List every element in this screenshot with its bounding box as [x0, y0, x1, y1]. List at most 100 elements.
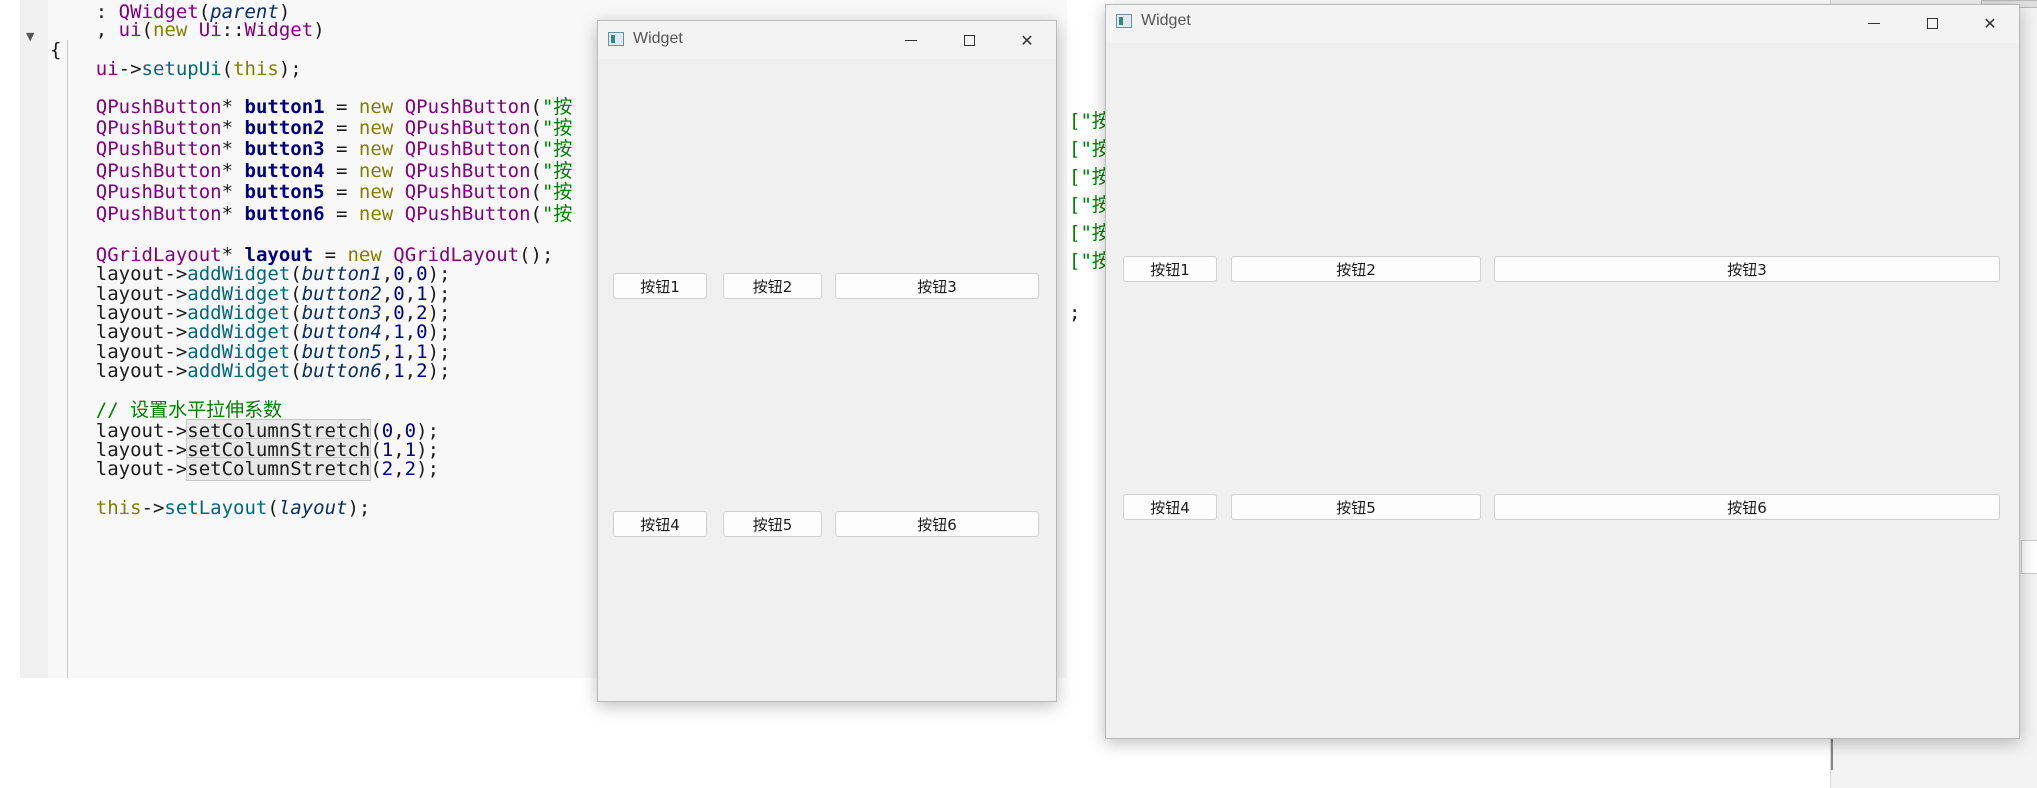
code-token: *	[221, 96, 245, 118]
code-line: layout->addWidget(button6,1,2);	[50, 359, 451, 384]
app-icon	[1116, 14, 1132, 28]
push-button-1[interactable]: 按钮1	[613, 273, 707, 299]
code-token: "按	[541, 138, 573, 160]
code-token: QPushButton	[404, 203, 531, 225]
close-icon: ✕	[1983, 13, 1997, 33]
code-token: button6	[301, 360, 382, 382]
code-line: this->setLayout(layout);	[50, 496, 371, 521]
code-token: QPushButton	[404, 117, 531, 139]
code-token: ,	[381, 360, 394, 382]
code-token: button1	[244, 96, 325, 118]
code-token: ui	[118, 19, 142, 41]
side-panel-edge	[2021, 540, 2037, 574]
code-token: (	[221, 58, 234, 80]
minimize-button[interactable]	[1845, 5, 1903, 41]
code-token: QPushButton	[404, 138, 531, 160]
code-token: "按	[541, 160, 573, 182]
code-token: );	[347, 497, 371, 519]
push-button-3[interactable]: 按钮3	[1494, 256, 2000, 282]
code-token: ,	[393, 458, 405, 480]
code-token: (	[530, 160, 542, 182]
push-button-4[interactable]: 按钮4	[613, 511, 707, 537]
code-token: (	[530, 96, 542, 118]
code-token: button2	[244, 117, 325, 139]
widget-window-large[interactable]: Widget ✕ 按钮1 按钮2 按钮3 按钮4 按钮5 按钮6	[1105, 4, 2020, 739]
code-token: =	[324, 96, 359, 118]
window-title: Widget	[1141, 12, 1191, 29]
maximize-button[interactable]	[940, 21, 998, 59]
code-line: , ui(new Ui::Widget)	[50, 18, 325, 43]
code-token: QPushButton	[404, 96, 531, 118]
code-token: =	[324, 181, 359, 203]
push-button-6[interactable]: 按钮6	[835, 511, 1039, 537]
code-token: new	[152, 19, 188, 41]
code-token: setupUi	[141, 58, 222, 80]
close-button[interactable]: ✕	[998, 21, 1056, 59]
push-button-1[interactable]: 按钮1	[1123, 256, 1217, 282]
code-token: (	[530, 138, 542, 160]
minimize-button[interactable]	[882, 21, 940, 59]
code-token: addWidget	[187, 360, 291, 382]
code-token: new	[358, 96, 394, 118]
close-icon: ✕	[1020, 30, 1034, 50]
code-token: ->	[141, 497, 165, 519]
push-button-3[interactable]: 按钮3	[835, 273, 1039, 299]
fold-arrow-icon[interactable]: ▼	[26, 30, 34, 43]
maximize-icon	[963, 34, 975, 46]
code-token: (	[530, 203, 542, 225]
app-icon	[608, 32, 624, 46]
code-token: =	[324, 160, 359, 182]
push-button-6[interactable]: 按钮6	[1494, 494, 2000, 520]
code-token: 2	[404, 458, 417, 480]
code-token: button3	[244, 138, 325, 160]
code-token: =	[324, 203, 359, 225]
push-button-5[interactable]: 按钮5	[1231, 494, 1481, 520]
widget-window-small[interactable]: Widget ✕ 按钮1 按钮2 按钮3 按钮4 按钮5 按钮6	[597, 20, 1057, 702]
code-token: Widget	[244, 19, 314, 41]
background-code-fragments: ["按 ["按 ["按 ["按 ["按 ["按 ;	[1063, 0, 1111, 340]
code-token: this	[233, 58, 279, 80]
code-token: (	[530, 117, 542, 139]
code-token: layout->	[50, 360, 188, 382]
code-token: ->	[118, 58, 142, 80]
code-token: this	[95, 497, 142, 519]
code-token: ();	[519, 244, 554, 266]
code-token: );	[427, 360, 451, 382]
title-bar[interactable]: Widget ✕	[1106, 5, 2019, 43]
push-button-2[interactable]: 按钮2	[1231, 256, 1481, 282]
code-token: "按	[541, 96, 573, 118]
push-button-5[interactable]: 按钮5	[723, 511, 822, 537]
code-token: (	[141, 19, 153, 41]
push-button-2[interactable]: 按钮2	[723, 273, 822, 299]
close-button[interactable]: ✕	[1961, 5, 2019, 41]
code-token: button6	[244, 203, 325, 225]
code-token: "按	[541, 203, 573, 225]
code-token: QPushButton	[95, 117, 222, 139]
code-token: );	[416, 458, 440, 480]
code-token: QPushButton	[404, 181, 531, 203]
code-token: );	[278, 58, 302, 80]
title-bar[interactable]: Widget ✕	[598, 21, 1056, 59]
code-token: QPushButton	[95, 138, 222, 160]
code-line: QPushButton* button6 = new QPushButton("…	[50, 202, 573, 227]
code-token: ui	[95, 58, 119, 80]
maximize-button[interactable]	[1903, 5, 1961, 41]
code-token: QPushButton	[95, 160, 222, 182]
code-token: layout->	[50, 458, 188, 480]
code-token: "按	[541, 181, 573, 203]
push-button-4[interactable]: 按钮4	[1123, 494, 1217, 520]
code-token: new	[358, 117, 394, 139]
code-token: Ui	[198, 19, 222, 41]
code-token: )	[313, 19, 325, 41]
